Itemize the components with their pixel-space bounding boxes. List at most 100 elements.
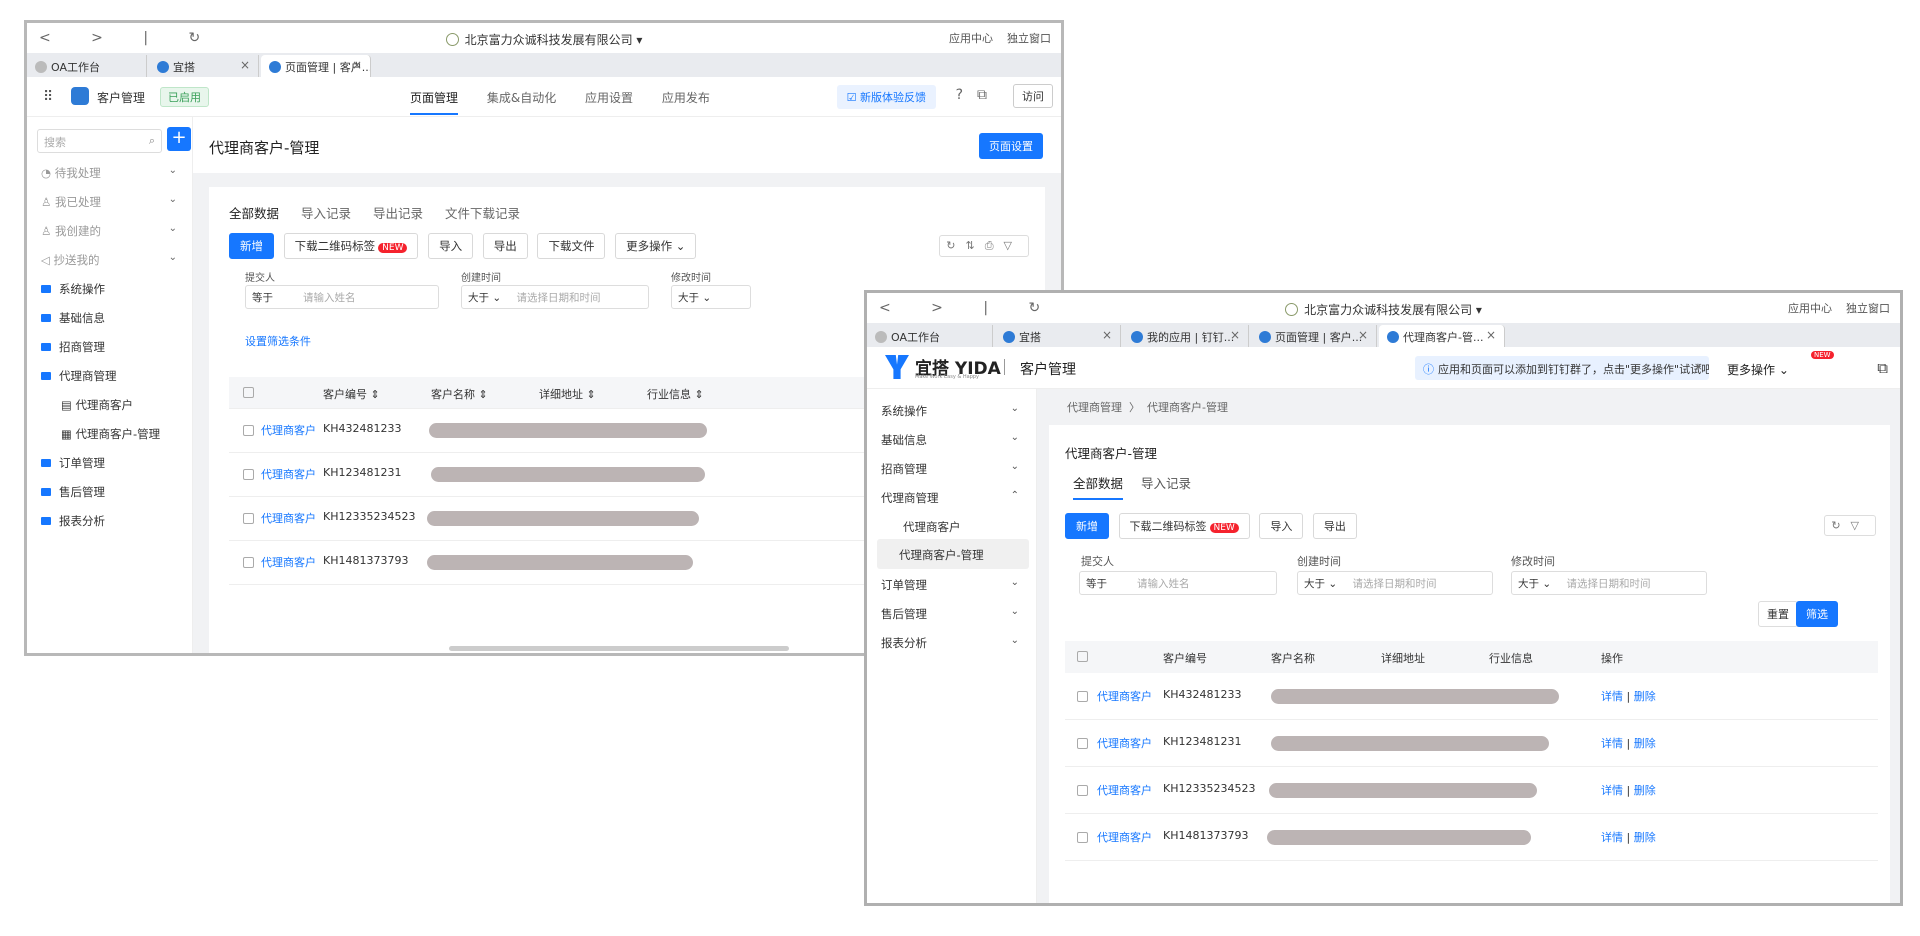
sidebar-item-report[interactable]: 报表分析 xyxy=(41,513,181,529)
horizontal-scrollbar[interactable] xyxy=(449,646,789,651)
row-type[interactable]: 代理商客户 xyxy=(261,409,316,452)
close-icon[interactable]: × xyxy=(1358,328,1368,342)
sidebar-item-aftersale[interactable]: 售后管理 xyxy=(41,484,181,500)
sidebar-item-system[interactable]: 系统操作 xyxy=(41,281,181,297)
refresh-icon[interactable]: ↻ xyxy=(1831,519,1850,532)
sidebar-item-done[interactable]: ♙ 我已处理 ⌄ xyxy=(41,194,181,210)
row-type[interactable]: 代理商客户 xyxy=(261,453,316,496)
detail-link[interactable]: 详情 xyxy=(1601,831,1623,844)
col-header[interactable]: 客户编号 xyxy=(1163,641,1207,673)
sidebar-item-cc[interactable]: ◁ 抄送我的 ⌄ xyxy=(41,252,181,268)
modified-time-filter[interactable]: 大于 ⌄ xyxy=(671,285,751,309)
more-actions-button[interactable]: 更多操作 ⌄ xyxy=(615,233,697,259)
row-type[interactable]: 代理商客户 xyxy=(261,497,316,540)
sidebar-item-order[interactable]: 订单管理 xyxy=(41,455,181,471)
delete-link[interactable]: 删除 xyxy=(1634,690,1656,703)
close-icon[interactable]: × xyxy=(1102,328,1112,342)
col-header[interactable]: 详细地址 xyxy=(1381,641,1425,673)
sidebar-item-basic[interactable]: 基础信息 ⌄ xyxy=(881,432,1027,448)
tab-page-manage[interactable]: 页面管理 | 客户... × xyxy=(261,55,371,77)
download-qr-button[interactable]: 下载二维码标签 NEW xyxy=(1118,513,1250,539)
app-grid-icon[interactable]: ⠿ xyxy=(43,89,53,105)
detail-link[interactable]: 详情 xyxy=(1601,737,1623,750)
breadcrumb-item[interactable]: 代理商管理 xyxy=(1067,401,1122,414)
created-time-filter[interactable]: 大于 ⌄ 请选择日期和时间 xyxy=(1297,571,1493,595)
nav-integration[interactable]: 集成&自动化 xyxy=(487,91,556,105)
add-button[interactable]: + xyxy=(167,127,191,151)
sidebar-item-agent-customer[interactable]: 代理商客户 xyxy=(903,519,1049,535)
select-all-checkbox[interactable] xyxy=(1077,651,1088,662)
submitter-filter[interactable]: 等于 请输入姓名 xyxy=(1079,571,1277,595)
print-icon[interactable]: ⎙ xyxy=(985,239,1004,252)
app-center-link[interactable]: 应用中心 xyxy=(949,32,993,45)
col-header[interactable]: 客户名称 ⇕ xyxy=(431,377,488,408)
sidebar-item-invest[interactable]: 招商管理 xyxy=(41,339,181,355)
tab-oa[interactable]: OA工作台 xyxy=(27,55,147,77)
row-checkbox[interactable] xyxy=(1077,738,1088,749)
sidebar-item-report[interactable]: 报表分析 ⌄ xyxy=(881,635,1027,651)
sidebar-item-invest[interactable]: 招商管理 ⌄ xyxy=(881,461,1027,477)
table-row[interactable]: 代理商客户 KH12335234523 详情 | 删除 xyxy=(1065,767,1878,814)
company-switcher[interactable]: 北京富力众诚科技发展有限公司 ▾ xyxy=(867,301,1900,318)
tab-import-records[interactable]: 导入记录 xyxy=(1141,476,1191,491)
export-button[interactable]: 导出 xyxy=(1312,513,1357,539)
tab-oa[interactable]: OA工作台 xyxy=(867,325,993,347)
row-type[interactable]: 代理商客户 xyxy=(1097,814,1152,860)
tab-all-data[interactable]: 全部数据 xyxy=(229,206,279,221)
tab-yida[interactable]: 宜搭 × xyxy=(149,55,259,77)
modified-time-filter[interactable]: 大于 ⌄ 请选择日期和时间 xyxy=(1511,571,1707,595)
row-type[interactable]: 代理商客户 xyxy=(1097,720,1152,766)
nav-app-publish[interactable]: 应用发布 xyxy=(662,91,710,105)
filter-button[interactable]: 筛选 xyxy=(1796,601,1838,627)
page-settings-button[interactable]: 页面设置 xyxy=(979,133,1043,159)
sidebar-item-agent-customer-manage[interactable]: 代理商客户-管理 xyxy=(877,539,1029,569)
tab-page-manage[interactable]: 页面管理 | 客户... × xyxy=(1251,325,1377,347)
nav-page-manage[interactable]: 页面管理 xyxy=(410,91,459,115)
row-type[interactable]: 代理商客户 xyxy=(1097,673,1152,719)
tab-agent-customer-manage[interactable]: 代理商客户-管... × xyxy=(1379,325,1505,347)
company-switcher[interactable]: 北京富力众诚科技发展有限公司 ▾ xyxy=(27,31,1061,48)
nav-app-settings[interactable]: 应用设置 xyxy=(585,91,633,105)
close-icon[interactable]: × xyxy=(352,58,362,72)
sidebar-item-created[interactable]: ♙ 我创建的 ⌄ xyxy=(41,223,181,239)
standalone-window-link[interactable]: 独立窗口 xyxy=(1007,32,1051,45)
filter-icon[interactable]: ▽ xyxy=(1004,239,1022,252)
tab-import-records[interactable]: 导入记录 xyxy=(301,206,351,221)
row-checkbox[interactable] xyxy=(1077,785,1088,796)
tab-export-records[interactable]: 导出记录 xyxy=(373,206,423,221)
col-header[interactable]: 详细地址 ⇕ xyxy=(539,377,596,408)
submitter-filter[interactable]: 等于 请输入姓名 xyxy=(245,285,439,309)
select-all-checkbox[interactable] xyxy=(243,387,254,398)
download-qr-button[interactable]: 下载二维码标签 NEW xyxy=(283,233,419,259)
download-file-button[interactable]: 下载文件 xyxy=(537,233,606,259)
app-center-link[interactable]: 应用中心 xyxy=(1788,302,1832,315)
row-checkbox[interactable] xyxy=(243,469,254,480)
tab-download-records[interactable]: 文件下载记录 xyxy=(445,206,520,221)
set-filter-link[interactable]: 设置筛选条件 xyxy=(245,333,311,349)
external-link-icon[interactable]: ⧉ xyxy=(977,87,1001,103)
table-row[interactable]: 代理商客户 KH123481231 详情 | 删除 xyxy=(1065,720,1878,767)
row-type[interactable]: 代理商客户 xyxy=(261,541,316,584)
row-checkbox[interactable] xyxy=(1077,691,1088,702)
help-icon[interactable]: ? xyxy=(956,87,977,103)
feedback-button[interactable]: ☑ 新版体验反馈 xyxy=(836,85,936,109)
visit-button[interactable]: 访问 xyxy=(1013,84,1053,108)
delete-link[interactable]: 删除 xyxy=(1634,784,1656,797)
sidebar-item-order[interactable]: 订单管理 ⌄ xyxy=(881,577,1027,593)
sidebar-item-agent[interactable]: 代理商管理 ⌃ xyxy=(881,490,1027,506)
row-type[interactable]: 代理商客户 xyxy=(1097,767,1152,813)
sidebar-item-system[interactable]: 系统操作 ⌄ xyxy=(881,403,1027,419)
more-actions-button[interactable]: 更多操作 ⌄ xyxy=(1727,361,1789,378)
export-button[interactable]: 导出 xyxy=(482,233,528,259)
reset-button[interactable]: 重置 xyxy=(1758,601,1798,627)
close-icon[interactable]: × xyxy=(240,58,250,72)
row-checkbox[interactable] xyxy=(243,425,254,436)
add-button[interactable]: 新增 xyxy=(229,233,274,259)
sidebar-item-todo[interactable]: ◔ 待我处理 ⌄ xyxy=(41,165,181,181)
sidebar-item-aftersale[interactable]: 售后管理 ⌄ xyxy=(881,606,1027,622)
sidebar-item-agent-customer[interactable]: ▤ 代理商客户 xyxy=(61,397,201,413)
sort-icon[interactable]: ⇅ xyxy=(966,239,985,252)
detail-link[interactable]: 详情 xyxy=(1601,784,1623,797)
delete-link[interactable]: 删除 xyxy=(1634,737,1656,750)
row-checkbox[interactable] xyxy=(243,513,254,524)
